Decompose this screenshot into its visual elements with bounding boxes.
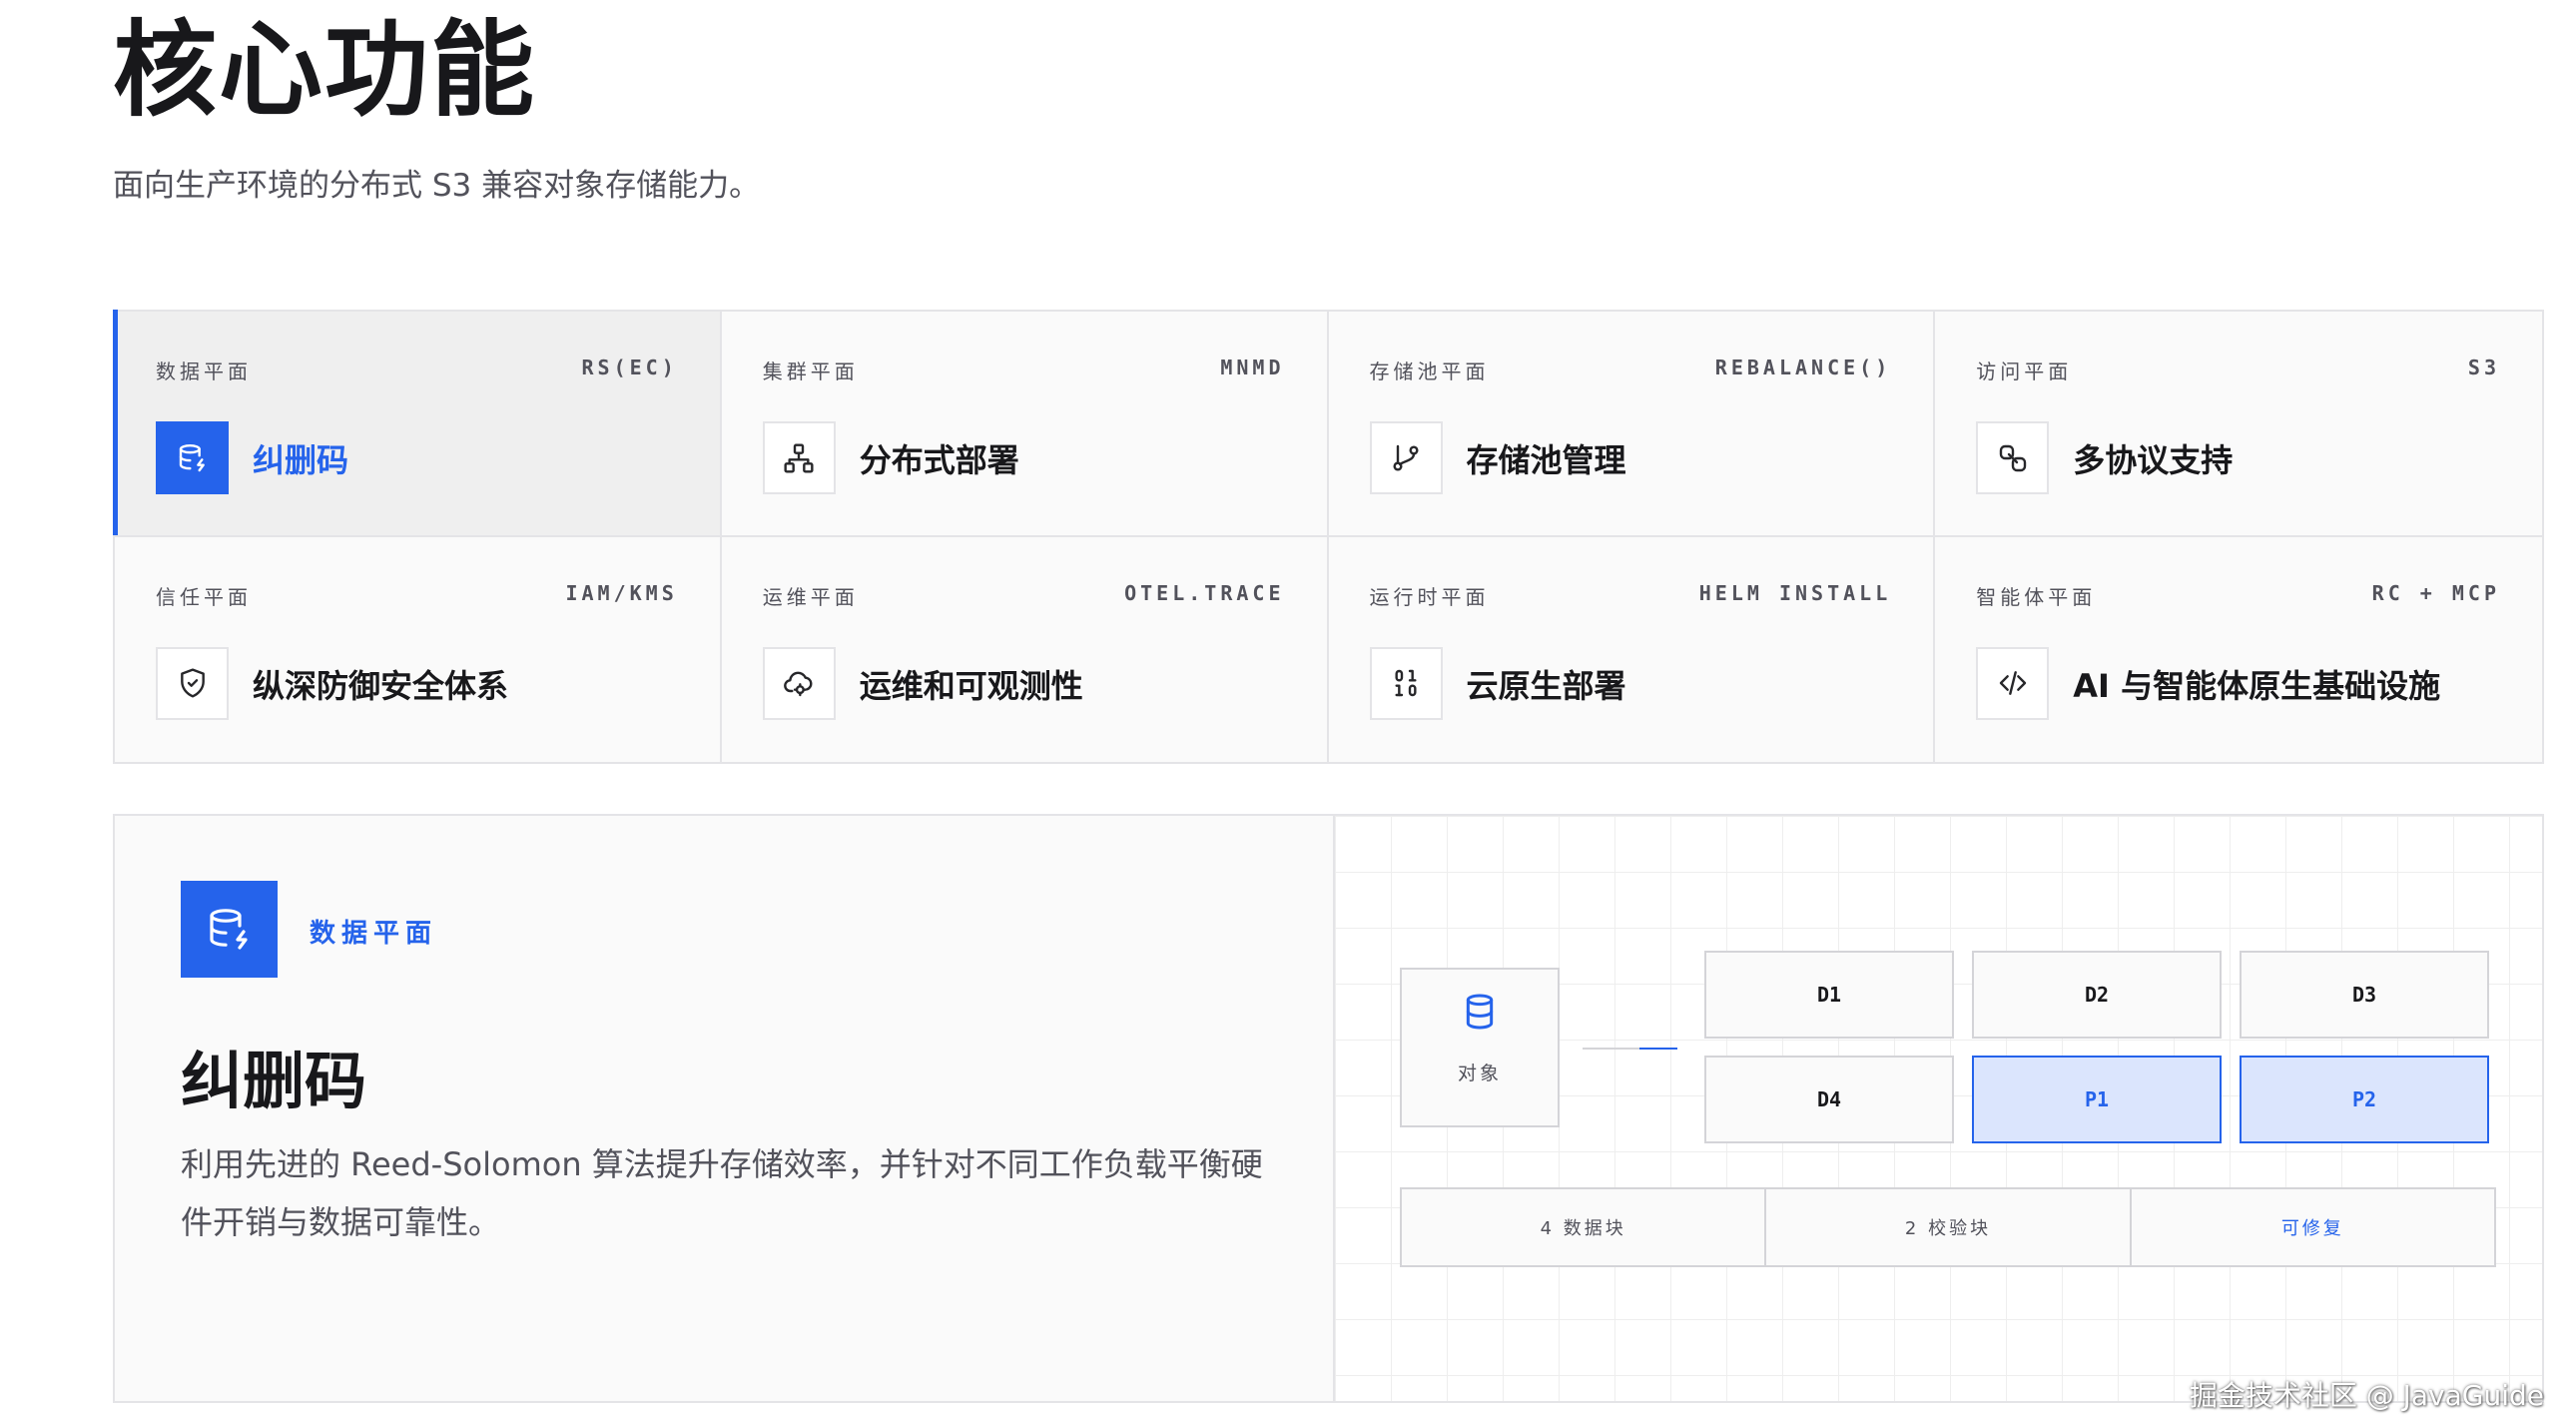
data-block: D4	[1704, 1056, 1954, 1143]
feature-title: 纠删码	[253, 441, 349, 479]
feature-plane: 运维平面	[762, 584, 859, 609]
feature-tag: MNMD	[1220, 356, 1285, 379]
detail-info: 数据平面 纠删码 利用先进的 Reed-Solomon 算法提升存储效率，并针对…	[115, 816, 1335, 1401]
feature-tag: RS(EC)	[581, 356, 678, 379]
feature-tag: IAM/KMS	[565, 580, 678, 605]
connector-line	[1583, 1048, 1677, 1050]
feature-tag: S3	[2467, 356, 2500, 379]
page-subtitle: 面向生产环境的分布式 S3 兼容对象存储能力。	[113, 168, 761, 204]
feature-plane: 存储池平面	[1369, 359, 1490, 383]
parity-block: P1	[1972, 1056, 2222, 1143]
feature-card-erasure-coding[interactable]: 数据平面 RS(EC) 纠删码	[113, 310, 722, 537]
feature-card-distributed-deploy[interactable]: 集群平面 MNMD 分布式部署	[721, 312, 1329, 537]
feature-title: 多协议支持	[2073, 441, 2234, 479]
feature-plane: 智能体平面	[1976, 584, 2097, 609]
object-label: 对象	[1457, 1063, 1502, 1084]
feature-card-cloud-native[interactable]: 运行时平面 HELM INSTALL 云原生部署	[1328, 536, 1936, 762]
data-block: D2	[1972, 951, 2222, 1039]
feature-plane: 信任平面	[156, 584, 252, 609]
feature-title: 云原生部署	[1466, 666, 1626, 705]
page-title: 核心功能	[113, 9, 537, 131]
feature-card-security[interactable]: 信任平面 IAM/KMS 纵深防御安全体系	[115, 536, 722, 762]
feature-title: 运维和可观测性	[859, 666, 1083, 705]
object-box: 对象	[1400, 968, 1560, 1127]
stat-parity-blocks: 2 校验块	[1766, 1189, 2132, 1265]
shield-icon	[156, 646, 229, 720]
detail-title: 纠删码	[181, 1045, 367, 1117]
feature-title: 存储池管理	[1466, 441, 1626, 479]
feature-card-observability[interactable]: 运维平面 OTEL.TRACE 运维和可观测性	[721, 536, 1329, 762]
stat-data-blocks: 4 数据块	[1402, 1189, 1767, 1265]
parity-block: P2	[2240, 1056, 2489, 1143]
binary-icon	[1369, 646, 1443, 720]
feature-tag: HELM INSTALL	[1698, 580, 1892, 605]
database-bolt-icon	[156, 421, 229, 494]
detail-plane-label: 数据平面	[310, 919, 438, 949]
feature-title: AI 与智能体原生基础设施	[2073, 666, 2441, 705]
cloud-cog-icon	[762, 646, 836, 720]
watermark: 掘金技术社区 @ JavaGuide	[2189, 1379, 2544, 1412]
feature-card-pool-management[interactable]: 存储池平面 REBALANCE() 存储池管理	[1328, 312, 1936, 537]
erasure-coding-diagram: 对象 D1 D2 D3 D4 P1 P2 4 数据块 2 校验块 可修复	[1335, 816, 2542, 1401]
data-block: D3	[2240, 951, 2489, 1039]
feature-title: 分布式部署	[859, 441, 1019, 479]
database-bolt-icon	[181, 881, 278, 978]
feature-tag: OTEL.TRACE	[1124, 580, 1285, 605]
git-branch-icon	[1369, 421, 1443, 494]
feature-tag: REBALANCE()	[1714, 356, 1892, 379]
link-icon	[1976, 421, 2050, 494]
feature-card-ai-native[interactable]: 智能体平面 RC + MCP AI 与智能体原生基础设施	[1935, 536, 2542, 762]
network-icon	[762, 421, 836, 494]
feature-card-multi-protocol[interactable]: 访问平面 S3 多协议支持	[1935, 312, 2542, 537]
code-icon	[1976, 646, 2050, 720]
stat-recoverable: 可修复	[2280, 1218, 2344, 1239]
feature-plane: 数据平面	[156, 359, 252, 383]
detail-description: 利用先进的 Reed-Solomon 算法提升存储效率，并针对不同工作负载平衡硬…	[181, 1145, 1263, 1241]
database-icon	[1460, 992, 1500, 1037]
feature-detail-panel: 数据平面 纠删码 利用先进的 Reed-Solomon 算法提升存储效率，并针对…	[113, 814, 2544, 1403]
feature-plane: 访问平面	[1976, 359, 2073, 383]
feature-tag: RC + MCP	[2371, 580, 2500, 605]
feature-plane: 集群平面	[762, 359, 859, 383]
feature-title: 纵深防御安全体系	[253, 666, 509, 705]
feature-grid: 数据平面 RS(EC) 纠删码 集群平面 MNMD 分布式部署 存储池平面 RE…	[113, 310, 2544, 764]
feature-plane: 运行时平面	[1369, 584, 1490, 609]
data-block: D1	[1704, 951, 1954, 1039]
block-stats: 4 数据块 2 校验块 可修复	[1400, 1187, 2496, 1267]
